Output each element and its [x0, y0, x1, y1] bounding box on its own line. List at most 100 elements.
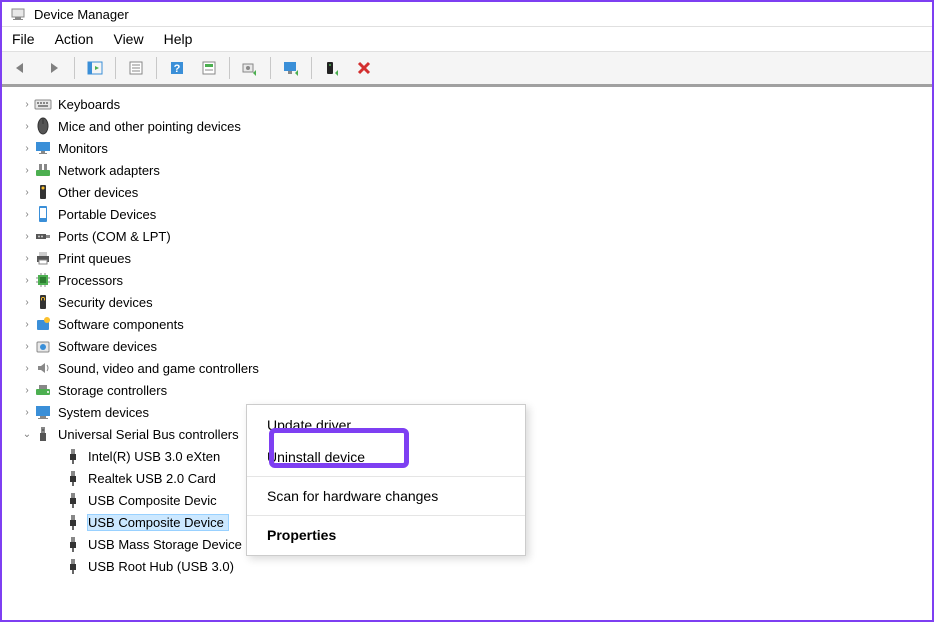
tree-item[interactable]: › Keyboards [20, 93, 932, 115]
network-icon [34, 161, 52, 179]
tree-item[interactable]: ›Print queues [20, 247, 932, 269]
storage-icon [34, 381, 52, 399]
menu-view[interactable]: View [113, 31, 143, 47]
menubar: File Action View Help [2, 27, 932, 52]
tree-item[interactable]: › Monitors [20, 137, 932, 159]
toolbar-separator [115, 57, 116, 79]
tree-item-label: Portable Devices [58, 207, 156, 222]
tree-item-label: Software devices [58, 339, 157, 354]
action-menu-button[interactable] [195, 55, 223, 81]
window-title: Device Manager [34, 7, 129, 22]
tree-item-label: USB Composite Device [87, 514, 229, 531]
processor-icon [34, 271, 52, 289]
usb-cable-icon [64, 447, 82, 465]
expand-chevron-icon[interactable]: › [20, 407, 34, 418]
expand-chevron-icon[interactable]: › [20, 231, 34, 242]
tree-item-label: Other devices [58, 185, 138, 200]
update-driver-button[interactable] [236, 55, 264, 81]
software-components-icon [34, 315, 52, 333]
tree-item-label: Universal Serial Bus controllers [58, 427, 239, 442]
toolbar: ? [2, 52, 932, 87]
add-driver-button[interactable] [318, 55, 346, 81]
tree-item-label: Keyboards [58, 97, 120, 112]
tree-item-label: Processors [58, 273, 123, 288]
printer-icon [34, 249, 52, 267]
expand-chevron-icon[interactable]: › [20, 275, 34, 286]
system-icon [34, 403, 52, 421]
back-button[interactable] [8, 55, 36, 81]
usb-cable-icon [64, 469, 82, 487]
title-bar: Device Manager [2, 2, 932, 27]
monitor-icon [34, 139, 52, 157]
software-devices-icon [34, 337, 52, 355]
expand-chevron-icon[interactable]: › [20, 385, 34, 396]
tree-item[interactable]: › Portable Devices [20, 203, 932, 225]
expand-chevron-icon[interactable]: › [20, 341, 34, 352]
tree-item[interactable]: USB Root Hub (USB 3.0) [50, 555, 932, 577]
tree-item-label: Intel(R) USB 3.0 eXten [88, 449, 220, 464]
portable-icon [34, 205, 52, 223]
tree-item[interactable]: › Other devices [20, 181, 932, 203]
usb-cable-icon [64, 491, 82, 509]
context-menu-divider [247, 476, 525, 477]
tree-item[interactable]: › Security devices [20, 291, 932, 313]
forward-button[interactable] [40, 55, 68, 81]
expand-chevron-icon[interactable]: › [20, 99, 34, 110]
context-menu-item[interactable]: Uninstall device [247, 441, 525, 473]
help-button[interactable]: ? [163, 55, 191, 81]
uninstall-device-button[interactable] [350, 55, 378, 81]
mouse-icon [34, 117, 52, 135]
expand-chevron-icon[interactable]: › [20, 319, 34, 330]
tree-item-label: Ports (COM & LPT) [58, 229, 171, 244]
expand-chevron-icon[interactable]: › [20, 253, 34, 264]
tree-item[interactable]: › Ports (COM & LPT) [20, 225, 932, 247]
toolbar-separator [311, 57, 312, 79]
context-menu-divider [247, 515, 525, 516]
tree-item-label: Storage controllers [58, 383, 167, 398]
expand-chevron-icon[interactable]: ⌄ [20, 429, 34, 440]
svg-text:?: ? [174, 63, 181, 75]
expand-chevron-icon[interactable]: › [20, 187, 34, 198]
tree-item-label: USB Root Hub (USB 3.0) [88, 559, 234, 574]
keyboard-icon [34, 95, 52, 113]
expand-chevron-icon[interactable]: › [20, 297, 34, 308]
expand-chevron-icon[interactable]: › [20, 363, 34, 374]
toolbar-separator [229, 57, 230, 79]
context-menu-item[interactable]: Properties [247, 519, 525, 551]
tree-item-label: Realtek USB 2.0 Card [88, 471, 216, 486]
expand-chevron-icon[interactable]: › [20, 165, 34, 176]
menu-action[interactable]: Action [55, 31, 94, 47]
expand-chevron-icon[interactable]: › [20, 143, 34, 154]
tree-item[interactable]: › Processors [20, 269, 932, 291]
tree-item[interactable]: › Mice and other pointing devices [20, 115, 932, 137]
tree-item[interactable]: › Sound, video and game controllers [20, 357, 932, 379]
context-menu-item[interactable]: Update driver [247, 409, 525, 441]
app-icon [10, 6, 26, 22]
sound-icon [34, 359, 52, 377]
tree-item[interactable]: › Storage controllers [20, 379, 932, 401]
tree-item[interactable]: ›Software components [20, 313, 932, 335]
properties-button[interactable] [122, 55, 150, 81]
tree-item-label: USB Composite Devic [88, 493, 217, 508]
context-menu: Update driverUninstall device Scan for ha… [246, 404, 526, 556]
usb-cable-icon [64, 535, 82, 553]
show-hide-tree-button[interactable] [81, 55, 109, 81]
scan-hardware-button[interactable] [277, 55, 305, 81]
usb-cable-icon [64, 557, 82, 575]
context-menu-item[interactable]: Scan for hardware changes [247, 480, 525, 512]
expand-chevron-icon[interactable]: › [20, 209, 34, 220]
expand-chevron-icon[interactable]: › [20, 121, 34, 132]
port-icon [34, 227, 52, 245]
menu-help[interactable]: Help [164, 31, 193, 47]
toolbar-separator [74, 57, 75, 79]
tree-item[interactable]: › Software devices [20, 335, 932, 357]
tree-item-label: Sound, video and game controllers [58, 361, 259, 376]
tree-item-label: Security devices [58, 295, 153, 310]
tree-item-label: Mice and other pointing devices [58, 119, 241, 134]
toolbar-separator [270, 57, 271, 79]
tree-item-label: Monitors [58, 141, 108, 156]
tree-item[interactable]: › Network adapters [20, 159, 932, 181]
tree-item-label: System devices [58, 405, 149, 420]
tree-item-label: Network adapters [58, 163, 160, 178]
menu-file[interactable]: File [12, 31, 35, 47]
